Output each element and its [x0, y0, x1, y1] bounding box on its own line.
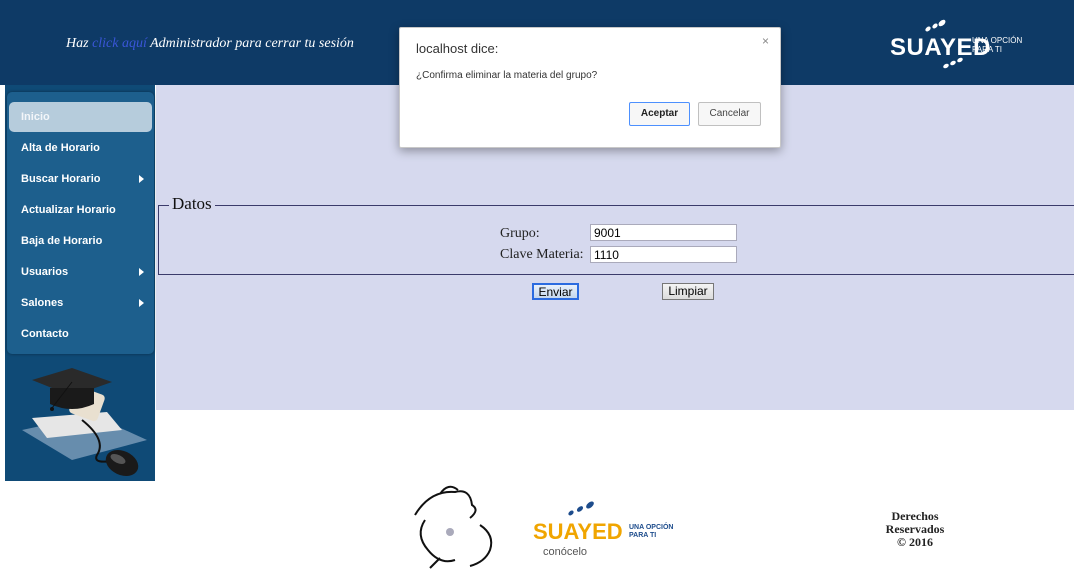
footer-tagline-line1: UNA OPCIÓN — [629, 524, 674, 531]
copyright-line1: Derechos — [891, 509, 939, 523]
sidebar-item-salones[interactable]: Salones — [9, 288, 152, 318]
confirm-dialog: localhost dice: × ¿Confirma eliminar la … — [399, 27, 781, 148]
sidebar-item-actualizar-horario[interactable]: Actualizar Horario — [9, 195, 152, 225]
brand-tagline-line2: PARA TI — [972, 45, 1002, 54]
sidebar-item-usuarios[interactable]: Usuarios — [9, 257, 152, 287]
accept-button[interactable]: Aceptar — [629, 102, 690, 126]
suayed-logo: SUAYED UNA OPCIÓN PARA TI — [890, 18, 1030, 70]
copyright-line3: © 2016 — [897, 535, 933, 549]
grupo-label: Grupo: — [500, 226, 540, 241]
copyright-notice: Derechos Reservados © 2016 — [870, 510, 960, 549]
sidebar-item-baja-horario[interactable]: Baja de Horario — [9, 226, 152, 256]
logo-swoosh-icon — [943, 57, 963, 69]
dialog-title: localhost dice: — [416, 41, 499, 56]
logout-link[interactable]: click aquí — [92, 36, 147, 51]
footer-suayed-logo: SUAYED UNA OPCIÓN PARA TI conócelo — [533, 495, 681, 565]
sidebar-item-buscar-horario[interactable]: Buscar Horario — [9, 164, 152, 194]
fieldset-legend: Datos — [169, 194, 215, 214]
sidebar-item-label: Buscar Horario — [21, 173, 101, 185]
copyright-line2: Reservados — [885, 522, 945, 536]
clave-materia-label: Clave Materia: — [500, 247, 584, 262]
send-button[interactable]: Enviar — [532, 283, 579, 300]
chevron-right-icon — [139, 268, 144, 276]
brand-tagline-line1: UNA OPCIÓN — [972, 36, 1023, 45]
clave-materia-input[interactable]: 1110 — [590, 246, 737, 263]
sidebar-menu: Inicio Alta de Horario Buscar Horario Ac… — [7, 92, 154, 354]
mascot-sketch-icon — [414, 485, 493, 569]
footer-tagline-line2: PARA TI — [629, 532, 657, 539]
sidebar-item-alta-horario[interactable]: Alta de Horario — [9, 133, 152, 163]
sidebar-item-inicio[interactable]: Inicio — [9, 102, 152, 132]
logo-swoosh-icon — [568, 501, 594, 516]
chevron-right-icon — [139, 175, 144, 183]
footer-brand-word: SUAYED — [533, 519, 623, 544]
dialog-message: ¿Confirma eliminar la materia del grupo? — [416, 70, 598, 81]
chevron-right-icon — [139, 299, 144, 307]
session-message-suffix: Administrador para cerrar tu sesión — [150, 36, 354, 51]
sidebar-item-contacto[interactable]: Contacto — [9, 319, 152, 349]
graduation-cap-icon — [22, 368, 147, 477]
clear-button[interactable]: Limpiar — [662, 283, 714, 300]
grupo-input[interactable]: 9001 — [590, 224, 737, 241]
logo-swoosh-icon — [925, 19, 946, 32]
sidebar-item-label: Salones — [21, 297, 64, 309]
session-message-prefix: Haz — [66, 36, 89, 51]
session-message: Haz click aquí Administrador para cerrar… — [66, 36, 354, 52]
footer-brand-tagline: UNA OPCIÓN PARA TI — [629, 524, 673, 540]
close-icon[interactable]: × — [762, 34, 769, 48]
footer-brand-sub: conócelo — [543, 546, 588, 558]
cancel-button[interactable]: Cancelar — [698, 102, 761, 126]
brand-tagline: UNA OPCIÓN PARA TI — [972, 36, 1022, 54]
sidebar-item-label: Usuarios — [21, 266, 69, 278]
